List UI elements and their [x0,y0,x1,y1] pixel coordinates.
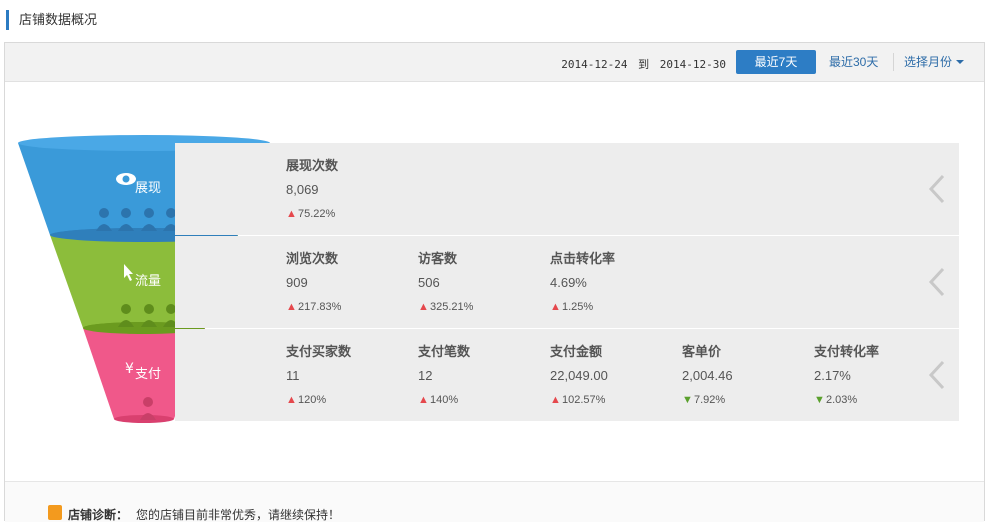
change-value: 75.22% [298,208,336,220]
arrow-up-icon: ▲ [550,394,561,406]
change-value: 120% [298,394,327,406]
funnel-label-payment: 支付 [135,366,162,381]
overview-panel: 2014-12-24 到 2014-12-30 最近7天 最近30天 选择月份 [4,42,985,522]
metric-change: ▲140% [418,392,548,408]
metric-value: 12 [418,368,433,383]
toolbar-divider [893,53,894,71]
funnel-label-impressions: 展现 [135,180,162,195]
last-7-days-button[interactable]: 最近7天 [736,50,816,74]
date-range: 2014-12-24 到 2014-12-30 [561,56,726,72]
metric-change: ▲120% [286,392,416,408]
select-month-dropdown[interactable]: 选择月份 [904,50,965,74]
metric-payment-conversion: 支付转化率 2.17% ▼2.03% [814,343,944,408]
last-30-days-button[interactable]: 最近30天 [829,50,878,74]
metric-value: 8,069 [286,182,319,197]
metric-value: 909 [286,275,308,290]
metric-visitors: 访客数 506 ▲325.21% [418,250,548,315]
date-toolbar: 2014-12-24 到 2014-12-30 最近7天 最近30天 选择月份 [5,43,984,82]
diagnosis-text: 您的店铺目前非常优秀，请继续保持！ [136,508,341,522]
change-value: 102.57% [562,394,606,406]
date-separator: 到 [638,58,650,71]
arrow-up-icon: ▲ [418,301,429,313]
metric-click-conversion: 点击转化率 4.69% ▲1.25% [550,250,680,315]
metric-value: 22,049.00 [550,368,608,383]
metric-paying-buyers: 支付买家数 11 ▲120% [286,343,416,408]
page-title: 店铺数据概况 [6,10,97,30]
metric-label: 客单价 [682,344,722,359]
payment-row: 支付买家数 11 ▲120% 支付笔数 12 ▲140% 支付金额 22,049… [175,329,959,421]
change-value: 325.21% [430,301,474,313]
metric-label: 支付买家数 [286,344,352,359]
metric-label: 支付笔数 [418,344,471,359]
change-value: 7.92% [694,394,726,406]
arrow-up-icon: ▲ [286,208,297,220]
metric-payment-count: 支付笔数 12 ▲140% [418,343,548,408]
metric-payment-amount: 支付金额 22,049.00 ▲102.57% [550,343,680,408]
metric-label: 访客数 [418,251,458,266]
clipboard-icon [48,505,62,520]
select-month-label: 选择月份 [904,55,953,69]
eye-icon [116,173,136,185]
metric-value: 4.69% [550,275,587,290]
metric-change: ▲325.21% [418,299,548,315]
metric-label: 点击转化率 [550,251,616,266]
yen-icon: ¥ [125,361,134,377]
metric-change: ▲75.22% [286,206,416,222]
metric-impressions: 展现次数 8,069 ▲75.22% [286,157,416,222]
arrow-up-icon: ▲ [286,301,297,313]
arrow-up-icon: ▲ [286,394,297,406]
metric-value: 2.17% [814,368,851,383]
metric-label: 展现次数 [286,158,339,173]
metric-label: 支付转化率 [814,344,880,359]
metric-value: 2,004.46 [682,368,733,383]
metric-change: ▼2.03% [814,392,944,408]
change-value: 140% [430,394,459,406]
impressions-row: 展现次数 8,069 ▲75.22% [175,143,959,235]
metric-change: ▲102.57% [550,392,680,408]
change-value: 1.25% [562,301,594,313]
metric-change: ▲1.25% [550,299,680,315]
arrow-up-icon: ▲ [550,301,561,313]
date-from: 2014-12-24 [561,58,628,71]
metric-value: 11 [286,368,300,383]
change-value: 217.83% [298,301,342,313]
metric-pageviews: 浏览次数 909 ▲217.83% [286,250,416,315]
chevron-left-icon[interactable] [927,267,947,297]
diagnosis-title: 店铺诊断： [68,508,129,522]
metric-label: 支付金额 [550,344,603,359]
metric-change: ▼7.92% [682,392,812,408]
store-diagnosis: 店铺诊断： 您的店铺目前非常优秀，请继续保持！ [5,481,984,522]
change-value: 2.03% [826,394,858,406]
arrow-up-icon: ▲ [418,394,429,406]
metric-label: 浏览次数 [286,251,339,266]
metric-change: ▲217.83% [286,299,416,315]
arrow-down-icon: ▼ [814,394,825,406]
date-to: 2014-12-30 [659,58,726,71]
metric-value: 506 [418,275,440,290]
chevron-left-icon[interactable] [927,174,947,204]
arrow-down-icon: ▼ [682,394,693,406]
funnel-label-traffic: 流量 [135,273,162,288]
metric-avg-order-value: 客单价 2,004.46 ▼7.92% [682,343,812,408]
caret-down-icon [956,59,965,64]
traffic-row: 浏览次数 909 ▲217.83% 访客数 506 ▲325.21% 点击转化率… [175,236,959,328]
chevron-left-icon[interactable] [927,360,947,390]
